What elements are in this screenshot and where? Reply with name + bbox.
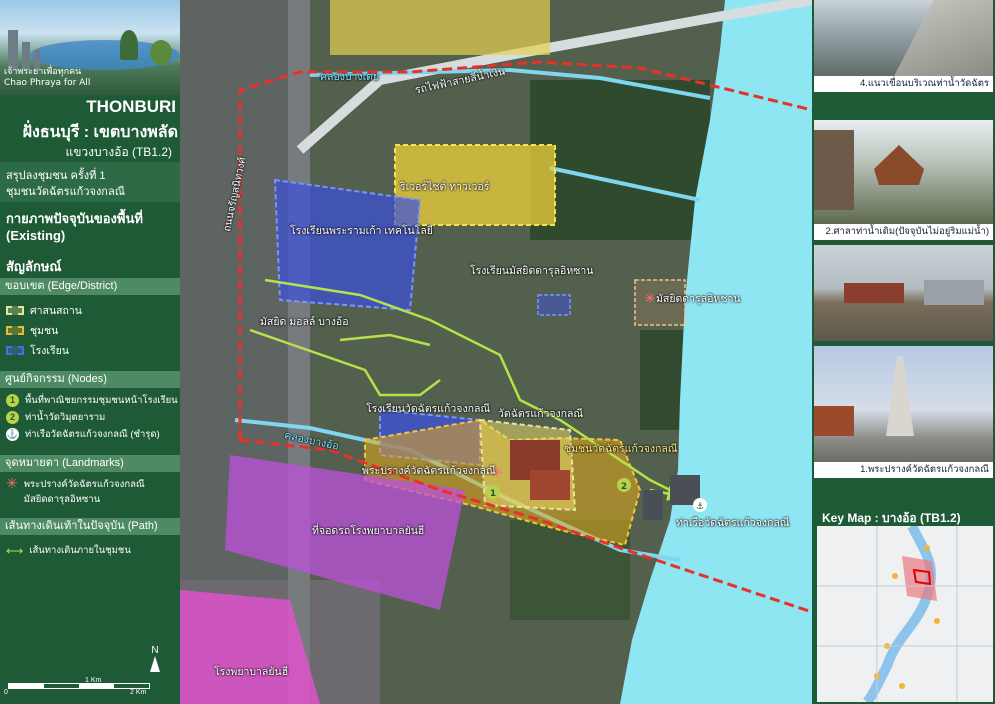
label-school-wat: โรงเรียนวัดฉัตรแก้วจงกลณี <box>366 403 491 415</box>
landmark-label-1: พระปรางค์วัดฉัตรแก้วจงกลณี <box>23 479 145 490</box>
mosque-landmark-icon: ✳ <box>644 291 656 307</box>
legend-landmark: ✳ พระปรางค์วัดฉัตรแก้วจงกลณี มัสยิดดารุล… <box>6 475 145 507</box>
legend-school-label: โรงเรียน <box>30 345 69 357</box>
svg-text:2: 2 <box>621 482 627 492</box>
scale-2: 2 Km <box>130 689 147 696</box>
legend-community: ชุมชน <box>6 322 58 339</box>
node-2-icon: 2 <box>6 411 19 424</box>
node-1-icon: 1 <box>6 394 19 407</box>
label-mosque-mall: มัสยิด มอลล์ บางอ้อ <box>260 316 349 328</box>
banner-tagline-th: เจ้าพระยาเพื่อทุกคน <box>4 67 82 77</box>
label-mosque-school: โรงเรียนมัสยิดดารุลอิหซาน <box>470 265 594 277</box>
north-label: N <box>151 645 159 656</box>
aerial-map: 1 2 ⚓ ✳ ✳ คลองบางเดย รถไฟฟ้าสายสีน้ำเงิน… <box>180 0 812 704</box>
path-label: เส้นทางเดินภายในชุมชน <box>29 545 131 556</box>
community-swatch-icon <box>6 326 24 335</box>
legend-school: โรงเรียน <box>6 342 69 359</box>
photo-3-houses <box>814 245 993 341</box>
school-tech-zone <box>273 178 422 312</box>
legend-node-1: 1 พื้นที่พาณิชยกรรมชุมชนหน้าโรงเรียน <box>6 393 178 408</box>
label-pier: ท่าเรือวัดฉัตรแก้วจงกลณี <box>676 517 790 529</box>
edge-section-header: ขอบเขต (Edge/District) <box>0 278 180 295</box>
legend-path: ⟷ เส้นทางเดินภายในชุมชน <box>6 543 131 558</box>
scale-0: 0 <box>4 689 8 696</box>
caption-photo-4: 4.แนวเขื่อนบริเวณท่าน้ำวัดฉัตร <box>814 76 993 92</box>
symbols-heading: สัญลักษณ์ <box>6 259 62 274</box>
north-arrow-icon: N <box>148 645 162 675</box>
node-1-label: พื้นที่พาณิชยกรรมชุมชนหน้าโรงเรียน <box>25 395 178 406</box>
map-drawing: 1 2 ⚓ ✳ ✳ <box>180 0 812 704</box>
sidebar-title-en: THONBURI <box>86 97 176 116</box>
label-canal-north: คลองบางเดย <box>320 71 380 83</box>
svg-text:1: 1 <box>490 489 496 499</box>
scale-bar <box>8 683 150 689</box>
node-2-label: ท่าน้ำวัดวิมุตยาราม <box>25 412 106 423</box>
legend-sidebar: เจ้าพระยาเพื่อทุกคน Chao Phraya for All … <box>0 0 180 704</box>
node-pier-label: ท่าเรือวัดฉัตรแก้วจงกลณี (ชำรุด) <box>25 429 160 440</box>
sidebar-title-th: ฝั่งธนบุรี : เขตบางพลัด <box>22 124 178 141</box>
key-map <box>817 526 993 702</box>
scale-1: 1 Km <box>85 677 102 684</box>
label-hospital: โรงพยาบาลยันฮี <box>214 666 289 678</box>
anchor-icon: ⚓ <box>6 428 19 441</box>
photo-2-pavilion <box>814 120 993 224</box>
double-arrow-icon: ⟷ <box>6 543 24 558</box>
label-wat: วัดฉัตรแก้วจงกลณี <box>498 408 584 420</box>
legend-node-2: 2 ท่าน้ำวัดวิมุตยาราม <box>6 410 105 425</box>
label-community: ชุมชนวัดฉัตรแก้วจงกลณี <box>564 443 678 455</box>
legend-community-label: ชุมชน <box>30 325 59 337</box>
label-riverside-tower: ริเวอร์ไซต์ ทาวเวอร์ <box>400 181 490 193</box>
label-school-tech: โรงเรียนพระรามเก้า เทคโนโลยี <box>290 225 433 237</box>
caption-photo-2: 2.ศาลาท่าน้ำเดิม(ปัจจุบันไม่อยู่ริมแม่น้… <box>814 224 993 240</box>
caption-photo-1: 1.พระปรางค์วัดฉัตรแก้วจงกลณี <box>814 462 993 478</box>
photo-1-prang <box>814 346 993 462</box>
svg-text:⚓: ⚓ <box>696 502 704 512</box>
nodes-section-header: ศูนย์กิจกรรม (Nodes) <box>0 371 180 388</box>
path-section-header: เส้นทางเดินเท้าในปัจจุบัน (Path) <box>0 518 180 535</box>
existing-heading-en: (Existing) <box>6 228 66 243</box>
religious-swatch-icon <box>6 306 24 315</box>
legend-religious: ศาสนสถาน <box>6 302 82 319</box>
banner-image: เจ้าพระยาเพื่อทุกคน Chao Phraya for All <box>0 0 180 95</box>
photo-panel: 4.แนวเขื่อนบริเวณท่าน้ำวัดฉัตร 2.ศาลาท่า… <box>812 0 995 704</box>
existing-heading-th: กายภาพปัจจุบันของพื้นที่ <box>6 211 143 226</box>
star-icon: ✳ <box>6 475 18 491</box>
banner-tagline-en: Chao Phraya for All <box>4 78 91 88</box>
label-prang: พระปรางค์วัดฉัตรแก้วจงกลณี <box>362 465 496 477</box>
summary-box: สรุปลงชุมชน ครั้งที่ 1 ชุมชนวัดฉัตรแก้วจ… <box>0 162 180 202</box>
sidebar-subtitle: แขวงบางอ้อ (TB1.2) <box>65 145 172 159</box>
school-swatch-icon <box>6 346 24 355</box>
legend-node-pier: ⚓ ท่าเรือวัดฉัตรแก้วจงกลณี (ชำรุด) <box>6 427 160 442</box>
legend-religious-label: ศาสนสถาน <box>30 305 82 317</box>
photo-4-embankment <box>814 0 993 76</box>
landmark-label-2: มัสยิดดารุลอิหซาน <box>23 494 101 505</box>
label-parking: ที่จอดรถโรงพยาบาลยันฮี <box>312 525 425 537</box>
landmarks-section-header: จุดหมายตา (Landmarks) <box>0 455 180 472</box>
label-mosque: มัสยิดดารุลอิหซาน <box>656 293 741 305</box>
summary-line-2: ชุมชนวัดฉัตรแก้วจงกลณี <box>6 186 125 198</box>
